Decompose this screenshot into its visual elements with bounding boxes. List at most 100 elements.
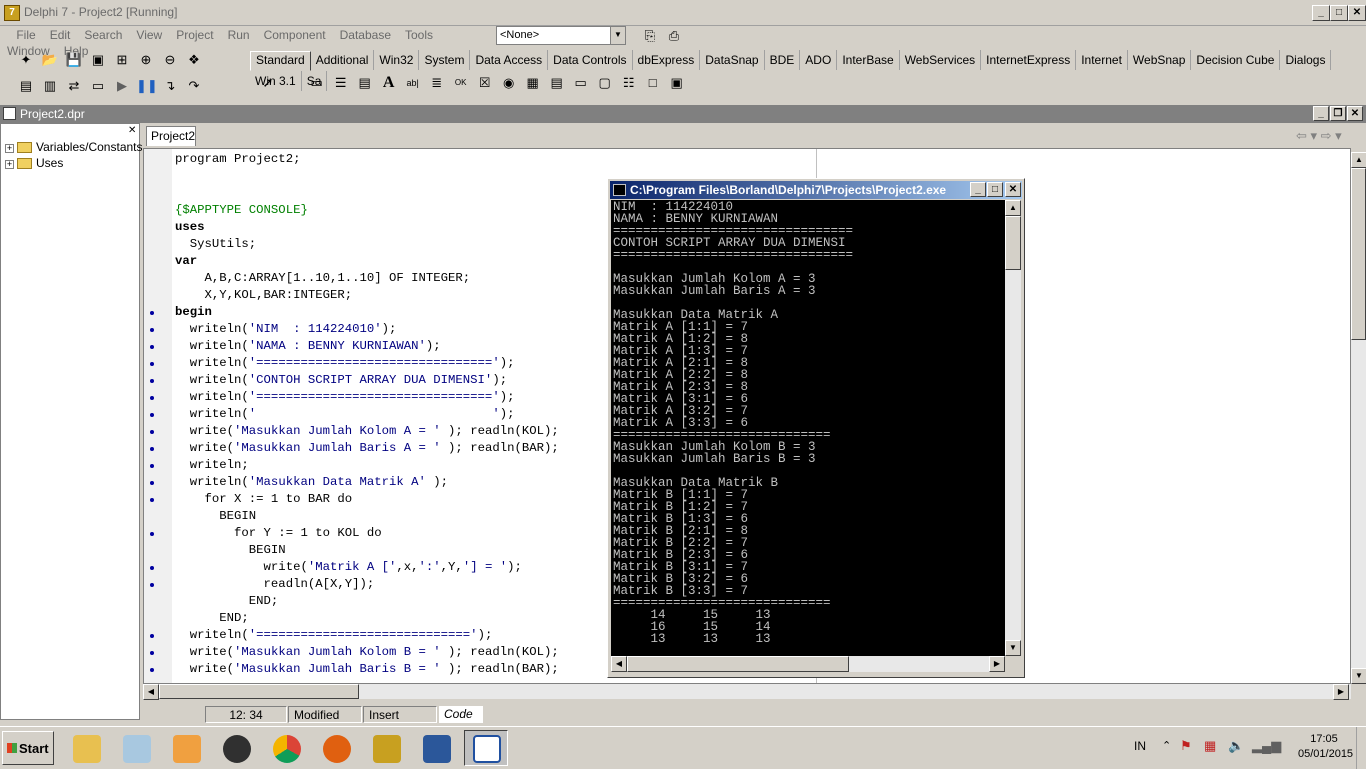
breakpoint-dot-icon[interactable] — [150, 464, 154, 468]
popupmenu-icon[interactable]: ▤ — [355, 73, 375, 93]
tab-webservices[interactable]: WebServices — [900, 50, 982, 70]
breakpoint-dot-icon[interactable] — [150, 328, 154, 332]
view-unit-icon[interactable]: ▤ — [16, 76, 36, 96]
code-line[interactable]: var — [175, 253, 559, 270]
scroll-right-icon[interactable]: ▶ — [1333, 684, 1349, 700]
edit-icon[interactable]: ab| — [403, 73, 423, 93]
remove-file-icon[interactable]: ⊖ — [160, 50, 180, 70]
chevron-down-icon[interactable]: ▼ — [610, 27, 625, 44]
tab-dbexpress[interactable]: dbExpress — [633, 50, 701, 70]
add-file-icon[interactable]: ⊕ — [136, 50, 156, 70]
code-line[interactable]: {$APPTYPE CONSOLE} — [175, 202, 559, 219]
taskbar-notepad[interactable] — [114, 730, 158, 766]
save-desktop-icon[interactable]: ⎘ — [640, 26, 660, 46]
maximize-button[interactable]: □ — [1330, 5, 1348, 21]
tab-win32[interactable]: Win32 — [374, 50, 420, 70]
editor-close-button[interactable]: ✕ — [1347, 106, 1363, 121]
pointer-icon[interactable]: ➚ — [258, 73, 278, 93]
show-hidden-icons-icon[interactable]: ⌃ — [1162, 739, 1171, 752]
tab-code[interactable]: Code — [439, 706, 483, 723]
taskbar-media-player[interactable] — [164, 730, 208, 766]
groupbox-icon[interactable]: ▢ — [595, 73, 615, 93]
tree-item-uses[interactable]: + Uses — [5, 156, 63, 170]
breakpoint-dot-icon[interactable] — [150, 311, 154, 315]
tab-ado[interactable]: ADO — [800, 50, 838, 70]
pause-icon[interactable]: ❚❚ — [136, 76, 158, 96]
toggle-form-unit-icon[interactable]: ⇄ — [64, 76, 84, 96]
close-icon[interactable]: ✕ — [128, 125, 136, 136]
frames-icon[interactable]: ▭ — [307, 73, 327, 93]
trace-into-icon[interactable]: ↴ — [160, 76, 180, 96]
code-line[interactable]: write('Matrik A [',x,':',Y,'] = '); — [175, 559, 559, 576]
scroll-up-icon[interactable]: ▲ — [1351, 152, 1366, 168]
open-icon[interactable]: 📂 — [40, 50, 60, 70]
new-form-icon[interactable]: ▭ — [88, 76, 108, 96]
console-vertical-scrollbar[interactable]: ▲ ▼ — [1005, 200, 1021, 656]
clock-date[interactable]: 05/01/2015 — [1298, 748, 1353, 760]
code-line[interactable] — [175, 185, 559, 202]
code-line[interactable]: END; — [175, 593, 559, 610]
menu-run[interactable]: Run — [221, 26, 257, 42]
view-form-icon[interactable]: ▥ — [40, 76, 60, 96]
radiogroup-icon[interactable]: ☷ — [619, 73, 639, 93]
tab-dialogs[interactable]: Dialogs — [1280, 50, 1332, 70]
panel-icon[interactable]: □ — [643, 73, 663, 93]
back-arrow-icon[interactable]: ⇦ ▾ — [1296, 128, 1317, 143]
taskbar-console[interactable] — [464, 730, 508, 766]
delphi-app-icon[interactable]: 7 — [4, 5, 20, 21]
tab-data-controls[interactable]: Data Controls — [548, 50, 633, 70]
taskbar-word[interactable] — [414, 730, 458, 766]
language-indicator[interactable]: IN — [1134, 739, 1146, 753]
console-horizontal-scrollbar[interactable]: ◀ ▶ — [611, 656, 1005, 672]
code-line[interactable]: write('Masukkan Jumlah Kolom A = ' ); re… — [175, 423, 559, 440]
console-close-button[interactable]: ✕ — [1005, 182, 1021, 197]
menu-project[interactable]: Project — [169, 26, 220, 42]
scroll-thumb[interactable] — [1351, 168, 1366, 340]
breakpoint-dot-icon[interactable] — [150, 413, 154, 417]
listbox-icon[interactable]: ▦ — [523, 73, 543, 93]
code-line[interactable] — [175, 168, 559, 185]
console-title-bar[interactable]: C:\Program Files\Borland\Delphi7\Project… — [610, 181, 1022, 199]
code-line[interactable]: X,Y,KOL,BAR:INTEGER; — [175, 287, 559, 304]
run-icon[interactable]: ▶ — [112, 76, 132, 96]
tab-standard[interactable]: Standard — [250, 51, 311, 71]
scroll-down-icon[interactable]: ▼ — [1005, 640, 1021, 656]
mainmenu-icon[interactable]: ☰ — [331, 73, 351, 93]
scroll-thumb[interactable] — [1005, 216, 1021, 270]
show-desktop-button[interactable] — [1356, 727, 1366, 769]
scroll-left-icon[interactable]: ◀ — [611, 656, 627, 672]
code-line[interactable]: writeln('===============================… — [175, 389, 559, 406]
expand-icon[interactable]: + — [5, 160, 14, 169]
breakpoint-dot-icon[interactable] — [150, 651, 154, 655]
scroll-thumb[interactable] — [159, 684, 359, 699]
console-maximize-button[interactable]: □ — [987, 182, 1003, 197]
save-icon[interactable]: 💾 — [64, 50, 84, 70]
breakpoint-dot-icon[interactable] — [150, 532, 154, 536]
breakpoint-dot-icon[interactable] — [150, 583, 154, 587]
code-line[interactable]: for Y := 1 to KOL do — [175, 525, 559, 542]
breakpoint-dot-icon[interactable] — [150, 447, 154, 451]
code-line[interactable]: uses — [175, 219, 559, 236]
clock-time[interactable]: 17:05 — [1300, 733, 1348, 745]
tab-datasnap[interactable]: DataSnap — [700, 50, 765, 70]
code-line[interactable]: writeln('=============================')… — [175, 627, 559, 644]
help-icon[interactable]: ❖ — [184, 50, 204, 70]
menu-search[interactable]: Search — [77, 26, 129, 42]
code-line[interactable]: writeln('NIM : 114224010'); — [175, 321, 559, 338]
code-line[interactable]: BEGIN — [175, 508, 559, 525]
taskbar-explorer[interactable] — [64, 730, 108, 766]
tab-data-access[interactable]: Data Access — [470, 50, 549, 70]
breakpoint-dot-icon[interactable] — [150, 566, 154, 570]
start-button[interactable]: Start — [2, 731, 54, 765]
action-center-icon[interactable]: ⚑ — [1180, 738, 1192, 754]
tab-websnap[interactable]: WebSnap — [1128, 50, 1192, 70]
tree-item-variables[interactable]: + Variables/Constants — [5, 140, 143, 154]
taskbar-chrome[interactable] — [264, 730, 308, 766]
editor-minimize-button[interactable]: _ — [1313, 106, 1329, 121]
code-line[interactable]: readln(A[X,Y]); — [175, 576, 559, 593]
breakpoint-dot-icon[interactable] — [150, 362, 154, 366]
combobox-icon[interactable]: ▤ — [547, 73, 567, 93]
code-line[interactable]: for X := 1 to BAR do — [175, 491, 559, 508]
minimize-button[interactable]: _ — [1312, 5, 1330, 21]
breakpoint-dot-icon[interactable] — [150, 430, 154, 434]
